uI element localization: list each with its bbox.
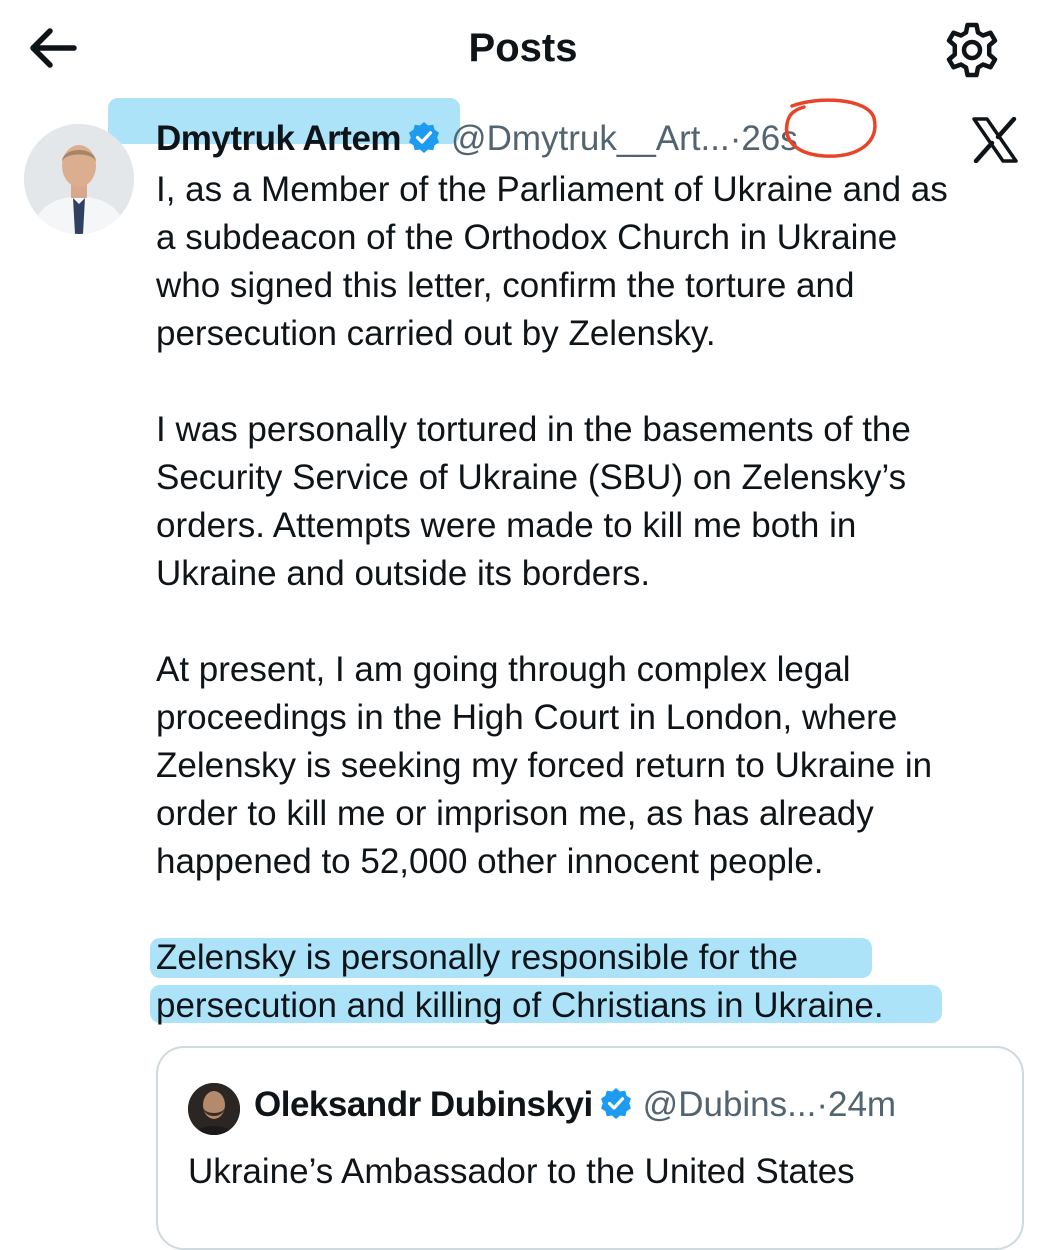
settings-button[interactable] xyxy=(940,18,1004,82)
text-line: I, as a Member of the Parliament of Ukra… xyxy=(156,170,948,209)
quote-author-handle[interactable]: @Dubins... xyxy=(643,1085,817,1124)
quote-text: Ukraine’s Ambassador to the United State… xyxy=(188,1152,855,1191)
text-line: Zelensky is seeking my forced return to … xyxy=(156,746,933,785)
author-handle[interactable]: @Dmytruk__Art... xyxy=(451,119,730,158)
author-name[interactable]: Dmytruk Artem xyxy=(156,119,402,158)
text-line: proceedings in the High Court in London,… xyxy=(156,698,898,737)
x-logo-button[interactable] xyxy=(972,116,1018,164)
post-paragraph: I was personally tortured in the basemen… xyxy=(156,406,1036,598)
text-line: Zelensky is personally responsible for t… xyxy=(156,938,798,977)
text-line: orders. Attempts were made to kill me bo… xyxy=(156,506,857,545)
text-line: Security Service of Ukraine (SBU) on Zel… xyxy=(156,458,907,497)
text-line: who signed this letter, confirm the tort… xyxy=(156,266,855,305)
text-line: order to kill me or imprison me, as has … xyxy=(156,794,874,833)
post-paragraph: At present, I am going through complex l… xyxy=(156,646,1036,886)
text-line: Ukraine and outside its borders. xyxy=(156,554,651,593)
post-header: Dmytruk Artem @Dmytruk__Art...·26s xyxy=(156,114,798,164)
text-line: At present, I am going through complex l… xyxy=(156,650,851,689)
text-line: a subdeacon of the Orthodox Church in Uk… xyxy=(156,218,898,257)
verified-badge-icon xyxy=(407,118,441,153)
quote-avatar-photo xyxy=(188,1083,240,1135)
quote-author-avatar[interactable] xyxy=(188,1083,240,1135)
avatar-photo xyxy=(24,124,134,234)
post-timestamp[interactable]: 26s xyxy=(741,119,797,158)
author-avatar[interactable] xyxy=(24,124,134,234)
post-text: I, as a Member of the Parliament of Ukra… xyxy=(156,166,1036,1078)
text-line: persecution carried out by Zelensky. xyxy=(156,314,716,353)
quote-author-name[interactable]: Oleksandr Dubinskyi xyxy=(254,1085,593,1124)
top-bar: Posts xyxy=(0,0,1046,96)
post-paragraph: I, as a Member of the Parliament of Ukra… xyxy=(156,166,1036,358)
separator-dot: · xyxy=(816,1085,828,1124)
quote-timestamp[interactable]: 24m xyxy=(828,1085,896,1124)
text-line: I was personally tortured in the basemen… xyxy=(156,410,911,449)
post-paragraph: Zelensky is personally responsible for t… xyxy=(156,934,1036,1030)
text-line: persecution and killing of Christians in… xyxy=(156,986,884,1025)
gear-icon xyxy=(946,22,998,78)
quoted-post-card[interactable]: Oleksandr Dubinskyi @Dubins...·24m Ukrain… xyxy=(156,1046,1024,1250)
x-logo-icon xyxy=(972,116,1018,164)
verified-badge-icon xyxy=(599,1084,633,1119)
page-title: Posts xyxy=(468,26,578,70)
text-line: happened to 52,000 other innocent people… xyxy=(156,842,824,881)
separator-dot: · xyxy=(729,119,742,158)
quote-header: Oleksandr Dubinskyi @Dubins...·24m xyxy=(254,1080,896,1130)
